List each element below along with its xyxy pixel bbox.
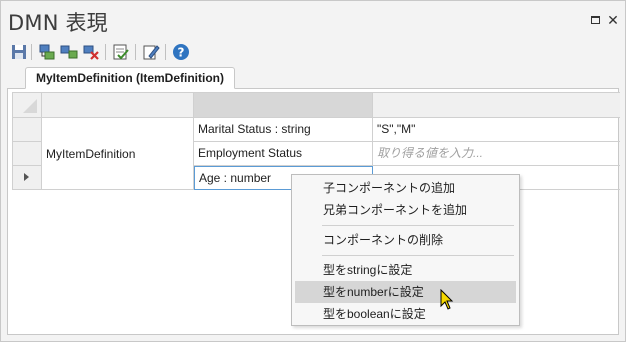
edit-icon[interactable] <box>141 42 161 62</box>
tab-strip: MyItemDefinition (ItemDefinition) <box>7 67 619 89</box>
title-bar: DMN 表現 ✕ <box>1 1 625 37</box>
help-icon[interactable]: ? <box>171 42 191 62</box>
add-child-icon[interactable] <box>37 42 57 62</box>
maximize-icon[interactable] <box>588 13 602 27</box>
menu-separator <box>322 255 514 256</box>
toolbar-separator <box>165 44 166 60</box>
values-cell[interactable]: "S","M" <box>373 118 620 142</box>
menu-item-set-type-boolean[interactable]: 型をbooleanに設定 <box>295 303 516 325</box>
values-cell-placeholder[interactable]: 取り得る値を入力... <box>373 142 620 166</box>
dmn-expression-window: DMN 表現 ✕ ? MyItemDefinition (ItemDefinit… <box>0 0 626 342</box>
row-header[interactable] <box>12 118 42 142</box>
menu-item-set-type-number[interactable]: 型をnumberに設定 <box>295 281 516 303</box>
column-header-values[interactable] <box>373 92 620 118</box>
save-icon[interactable] <box>9 42 29 62</box>
svg-text:?: ? <box>178 46 185 60</box>
window-title: DMN 表現 <box>8 11 108 35</box>
current-row-arrow-icon <box>24 173 29 181</box>
menu-item-delete-component[interactable]: コンポーネントの削除 <box>295 229 516 251</box>
menu-separator <box>322 225 514 226</box>
column-header-name[interactable] <box>42 92 194 118</box>
menu-item-add-sibling-component[interactable]: 兄弟コンポーネントを追加 <box>295 199 516 221</box>
validate-icon[interactable] <box>111 42 131 62</box>
close-icon[interactable]: ✕ <box>606 13 620 27</box>
column-header-component[interactable] <box>194 92 373 118</box>
component-cell[interactable]: Employment Status <box>194 142 373 166</box>
row-header-current[interactable] <box>12 166 42 190</box>
tab-item-definition[interactable]: MyItemDefinition (ItemDefinition) <box>25 67 235 89</box>
toolbar: ? <box>7 41 207 63</box>
item-definition-name-cell[interactable]: MyItemDefinition <box>42 118 194 190</box>
toolbar-separator <box>105 44 106 60</box>
add-sibling-icon[interactable] <box>59 42 79 62</box>
mouse-pointer-icon <box>440 288 454 311</box>
component-cell[interactable]: Marital Status : string <box>194 118 373 142</box>
toolbar-separator <box>31 44 32 60</box>
delete-icon[interactable] <box>81 42 101 62</box>
grid-corner-header[interactable] <box>12 92 42 118</box>
menu-item-add-child-component[interactable]: 子コンポーネントの追加 <box>295 177 516 199</box>
context-menu: 子コンポーネントの追加 兄弟コンポーネントを追加 コンポーネントの削除 型をst… <box>291 174 520 326</box>
menu-item-set-type-string[interactable]: 型をstringに設定 <box>295 259 516 281</box>
toolbar-separator <box>135 44 136 60</box>
row-header[interactable] <box>12 142 42 166</box>
